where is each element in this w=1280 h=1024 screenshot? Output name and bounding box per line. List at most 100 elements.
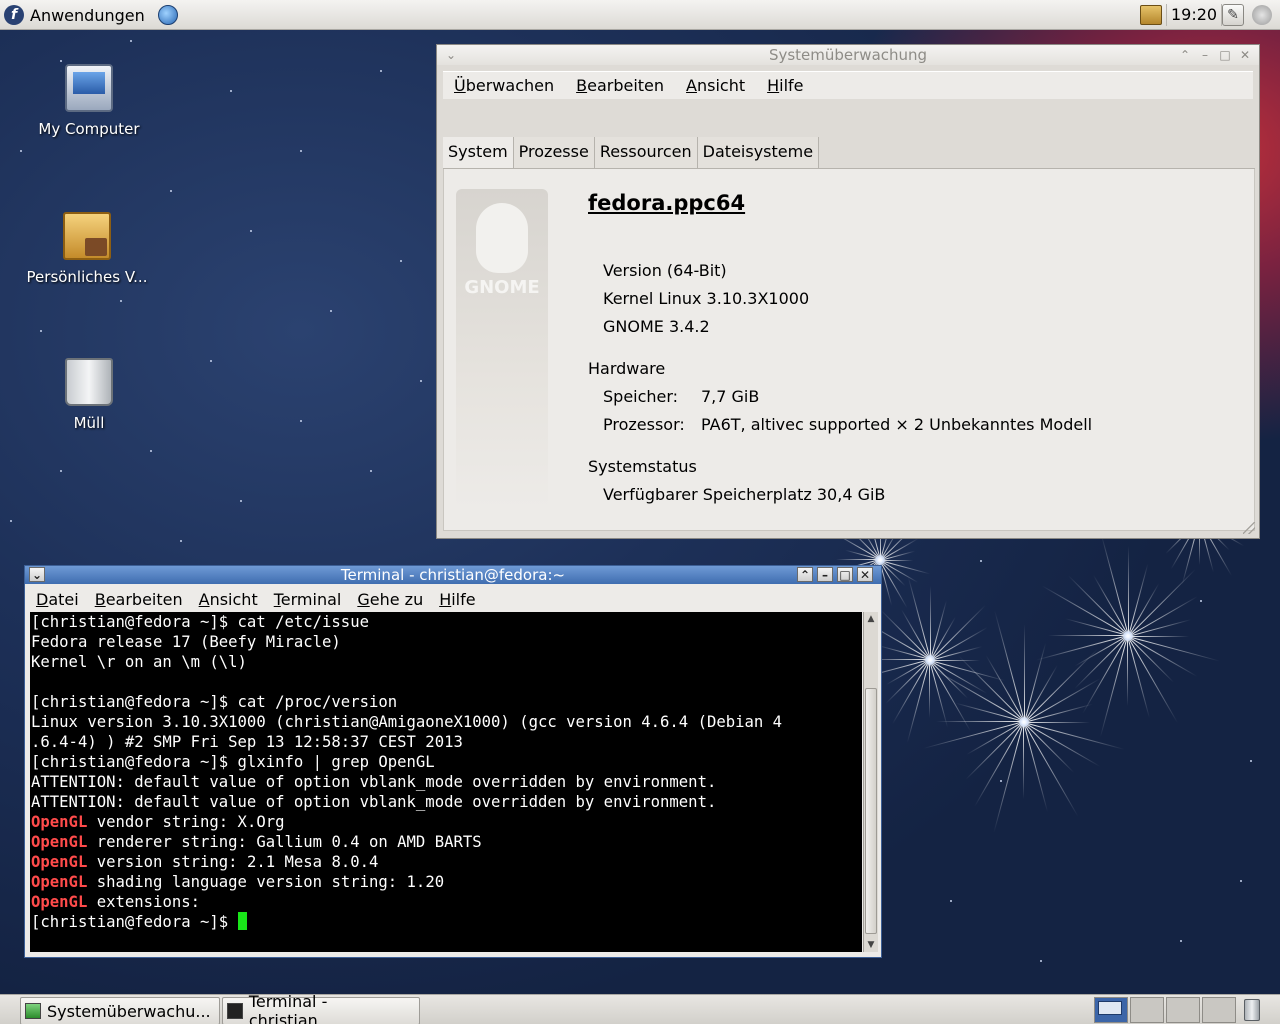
terminal-line-opengl: OpenGL extensions: [31,892,862,912]
firework-ray [1024,623,1025,722]
version-line: Version (64-Bit) [603,261,727,280]
menu-hilfe[interactable]: Hilfe [431,590,483,609]
firework-core [1019,717,1029,727]
menu-ansicht[interactable]: Ansicht [675,76,756,95]
menu-terminal[interactable]: Terminal [266,590,350,609]
maximize-icon[interactable]: □ [1217,47,1233,63]
star [60,470,62,472]
terminal-line: .6.4-4) ) #2 SMP Fri Sep 13 12:58:37 CES… [31,733,463,751]
terminal-scrollbar[interactable]: ▲ ▼ [863,612,878,952]
disk-space-line: Verfügbarer Speicherplatz 30,4 GiB [603,485,886,504]
shade-chevron-icon[interactable]: ⌃ [797,567,813,582]
scroll-down-arrow-icon[interactable]: ▼ [864,938,878,952]
prompt: [christian@fedora ~]$ [31,913,238,931]
firework-ray [836,559,880,560]
shutdown-icon[interactable] [1252,5,1272,25]
close-icon[interactable]: ✕ [1237,47,1253,63]
terminal-line-opengl: OpenGL renderer string: Gallium 0.4 on A… [31,832,862,852]
minimize-icon[interactable]: – [817,567,833,582]
firework-ray [1024,722,1090,723]
scrollbar-thumb[interactable] [865,688,877,934]
gnome-logo-text: GNOME [464,277,540,298]
terminal-output[interactable]: [christian@fedora ~]$ cat /etc/issue Fed… [30,612,862,952]
menu-gehe-zu[interactable]: Gehe zu [349,590,431,609]
taskbar-item-system-monitor[interactable]: Systemüberwachu... [20,997,220,1024]
menu-bearbeiten[interactable]: Bearbeiten [87,590,191,609]
terminal-line: Fedora release 17 (Beefy Miracle) [31,633,341,651]
firework-ray [930,660,980,661]
shade-chevron-icon[interactable]: ⌃ [1177,47,1193,63]
firework-ray [1047,635,1128,636]
taskbar-item-terminal[interactable]: Terminal - christian... [222,992,420,1024]
taskbar-item-label: Systemüberwachu... [47,1001,211,1021]
terminal-line-opengl: OpenGL version string: 2.1 Mesa 8.0.4 [31,852,862,872]
opengl-keyword: OpenGL [31,893,88,911]
desktop-icon-label: Müll [73,414,105,432]
terminal-line: [christian@fedora ~]$ cat /proc/version [31,693,398,711]
star [300,150,302,152]
tab-resources[interactable]: Ressourcen [594,137,698,168]
terminal-window: ⌄ Terminal - christian@fedora:~ ⌃ – □ ✕ … [24,565,882,958]
workspace-1[interactable] [1094,997,1128,1023]
tab-processes[interactable]: Prozesse [513,137,595,168]
system-monitor-tabs: System Prozesse Ressourcen Dateisysteme [443,137,1255,169]
desktop-icon-home[interactable]: Persönliches V... [12,212,162,286]
star [330,310,332,312]
trash-icon [65,358,113,406]
firework-ray [936,721,1024,722]
opengl-rest: shading language version string: 1.20 [87,873,445,891]
star [1250,760,1252,762]
menu-ueberwachen[interactable]: Überwachen [443,76,565,95]
opengl-rest: extensions: [87,893,201,911]
applications-menu[interactable]: f Anwendungen [4,4,145,26]
workspace-4[interactable] [1202,997,1236,1023]
notes-icon[interactable] [1140,5,1162,25]
system-monitor-titlebar[interactable]: ⌄ Systemüberwachung ⌃ – □ ✕ [437,45,1259,65]
star [1200,600,1202,602]
desktop-icon-my-computer[interactable]: My Computer [14,64,164,138]
hardware-heading: Hardware [588,359,666,378]
star [120,300,122,302]
firework-ray [1127,636,1128,707]
terminal-menubar: Datei Bearbeiten Ansicht Terminal Gehe z… [28,586,878,612]
user-switch-icon[interactable]: ✎ [1222,4,1244,26]
terminal-line-opengl: OpenGL vendor string: X.Org [31,812,862,832]
window-title: Terminal - christian@fedora:~ [340,566,566,584]
web-browser-launcher-icon[interactable] [158,5,178,25]
workspace-3[interactable] [1166,997,1200,1023]
scroll-up-arrow-icon[interactable]: ▲ [864,612,878,626]
menu-hilfe[interactable]: Hilfe [756,76,814,95]
star [980,560,982,562]
tab-system[interactable]: System [443,137,514,168]
star [420,380,422,382]
opengl-rest: vendor string: X.Org [87,813,285,831]
bottom-panel: Systemüberwachu... Terminal - christian.… [0,992,1280,1024]
resize-grip[interactable] [1243,522,1255,534]
star [210,360,212,362]
star [150,450,152,452]
terminal-titlebar[interactable]: ⌄ Terminal - christian@fedora:~ ⌃ – □ ✕ [25,566,881,584]
terminal-line: Linux version 3.10.3X1000 (christian@Ami… [31,713,783,731]
tab-filesystems[interactable]: Dateisysteme [697,137,820,168]
menu-ansicht[interactable]: Ansicht [191,590,266,609]
close-icon[interactable]: ✕ [857,567,873,582]
clock[interactable]: 19:20 [1166,4,1223,26]
star [1240,880,1242,882]
star [1000,780,1002,782]
terminal-prompt-line: [christian@fedora ~]$ [31,912,862,932]
star [250,230,252,232]
workspace-2[interactable] [1130,997,1164,1023]
minimize-icon[interactable]: – [1197,47,1213,63]
star [130,40,132,42]
trash-applet-icon[interactable] [1244,999,1260,1021]
desktop-icon-trash[interactable]: Müll [14,358,164,432]
maximize-icon[interactable]: □ [837,567,853,582]
menu-bearbeiten[interactable]: Bearbeiten [565,76,675,95]
star [380,70,382,72]
terminal-line: ATTENTION: default value of option vblan… [31,773,717,791]
menu-datei[interactable]: Datei [28,590,87,609]
applications-menu-label: Anwendungen [30,5,145,25]
firework-ray [929,660,930,718]
hostname: fedora.ppc64 [588,191,746,215]
opengl-keyword: OpenGL [31,853,88,871]
